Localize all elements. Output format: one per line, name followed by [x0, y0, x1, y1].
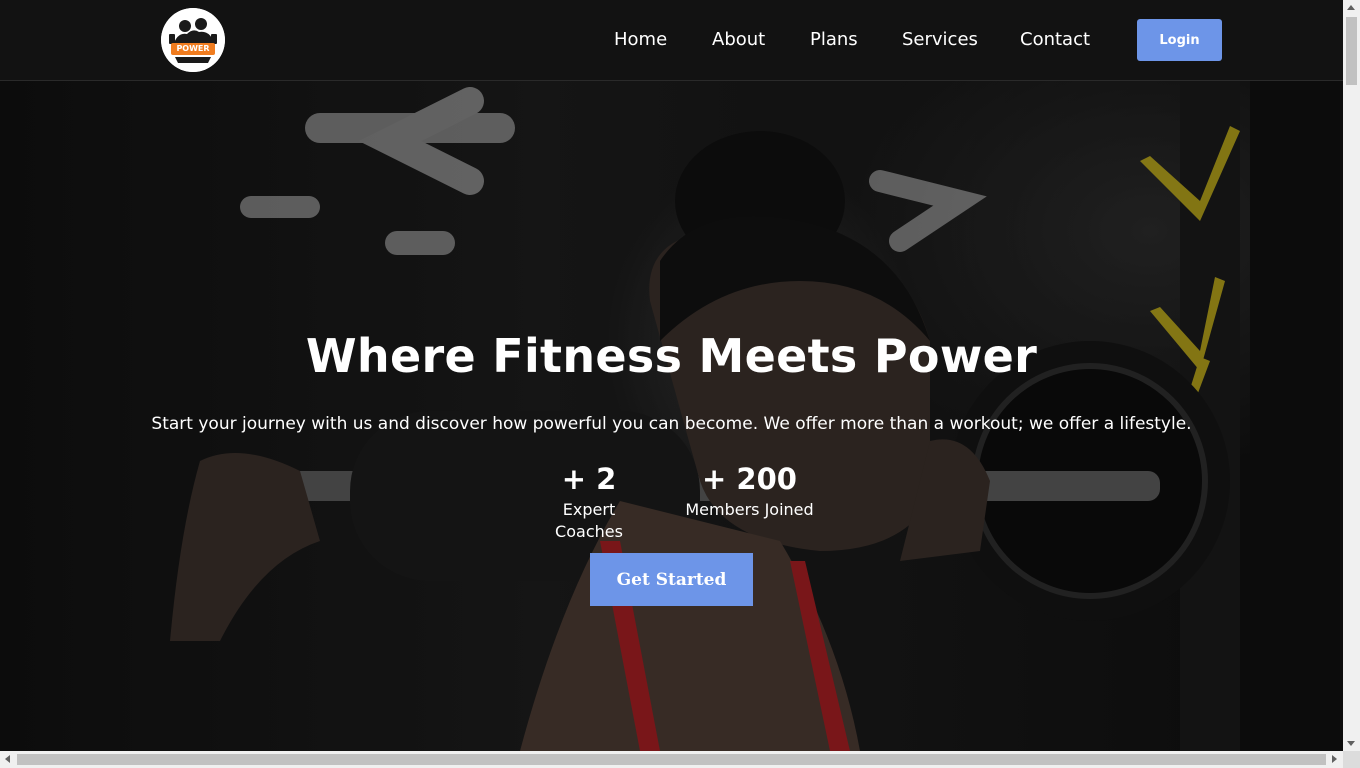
stat-expert-coaches: + 2 Expert Coaches: [527, 461, 651, 543]
stat-label: Expert Coaches: [555, 500, 623, 541]
vertical-scrollbar[interactable]: [1343, 0, 1360, 751]
hero-section: Where Fitness Meets Power Start your jou…: [0, 81, 1343, 751]
scroll-up-arrow-icon[interactable]: [1347, 5, 1355, 10]
stat-value: + 2: [561, 462, 617, 496]
login-button[interactable]: Login: [1137, 19, 1222, 61]
nav-link-plans[interactable]: Plans: [810, 29, 858, 51]
stat-members-joined: + 200 Members Joined: [683, 461, 816, 521]
scroll-right-arrow-icon[interactable]: [1332, 755, 1337, 763]
stat-value: + 200: [702, 462, 797, 496]
nav-link-contact[interactable]: Contact: [1020, 29, 1090, 51]
navbar: POWER Home About Plans Services Contact …: [0, 0, 1343, 81]
get-started-button[interactable]: Get Started: [590, 553, 753, 606]
hero-title: Where Fitness Meets Power: [305, 329, 1038, 383]
nav-link-about[interactable]: About: [712, 29, 765, 51]
scrollbar-corner: [1343, 751, 1360, 768]
vertical-scroll-thumb[interactable]: [1346, 17, 1357, 85]
nav-link-services[interactable]: Services: [902, 29, 978, 51]
stat-label: Members Joined: [685, 500, 814, 519]
hero-subtitle: Start your journey with us and discover …: [151, 414, 1192, 434]
nav-link-home[interactable]: Home: [614, 29, 667, 51]
scroll-down-arrow-icon[interactable]: [1347, 741, 1355, 746]
scroll-left-arrow-icon[interactable]: [5, 755, 10, 763]
horizontal-scrollbar[interactable]: [0, 751, 1343, 768]
horizontal-scroll-thumb[interactable]: [17, 754, 1326, 765]
